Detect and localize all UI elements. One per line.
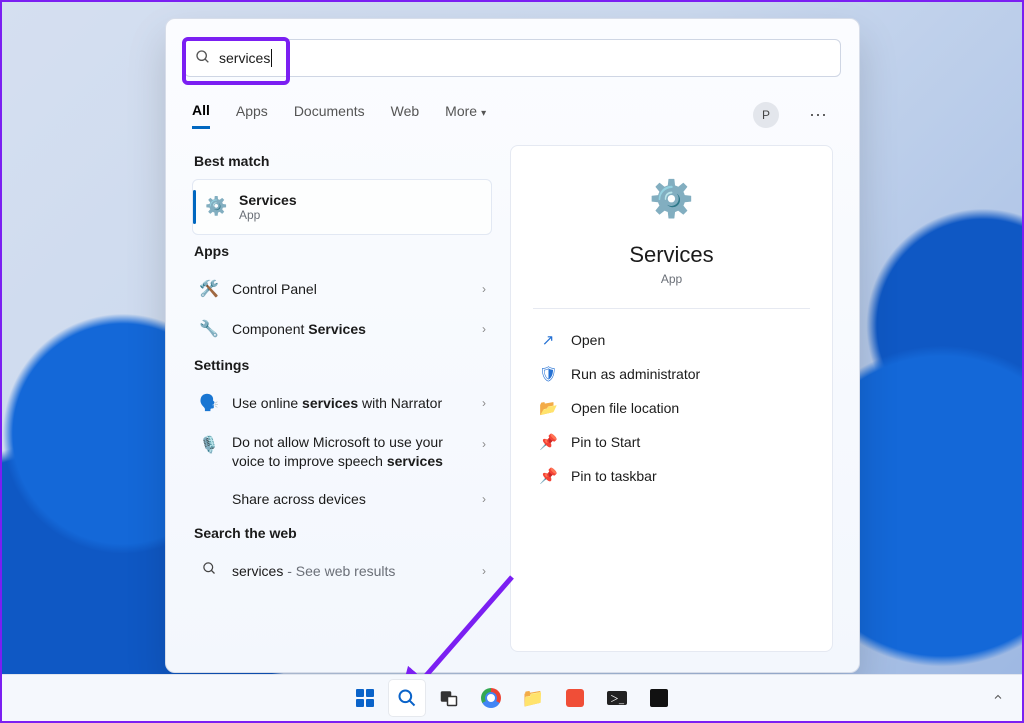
screenshot-border	[0, 0, 1024, 723]
